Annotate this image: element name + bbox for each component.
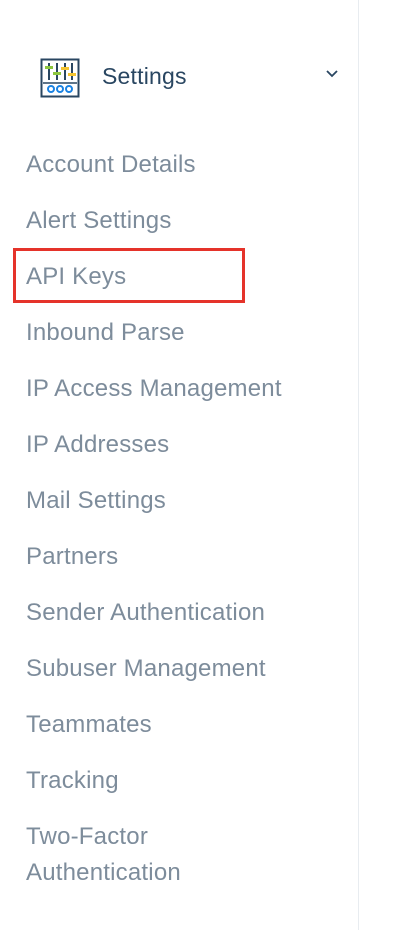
menu-item-teammates[interactable]: Teammates	[26, 707, 152, 743]
settings-sidebar: Settings Account Details Alert Settings …	[0, 0, 359, 930]
menu-item-ip-access-management[interactable]: IP Access Management	[26, 371, 282, 407]
menu-item-account-details[interactable]: Account Details	[26, 147, 196, 183]
menu-item-mail-settings[interactable]: Mail Settings	[26, 483, 166, 519]
menu-item-subuser-management[interactable]: Subuser Management	[26, 651, 266, 687]
menu-item-partners[interactable]: Partners	[26, 539, 118, 575]
menu-item-inbound-parse[interactable]: Inbound Parse	[26, 315, 185, 351]
menu-item-tracking[interactable]: Tracking	[26, 763, 119, 799]
settings-sliders-icon	[40, 58, 80, 98]
menu-item-alert-settings[interactable]: Alert Settings	[26, 203, 172, 239]
menu-item-ip-addresses[interactable]: IP Addresses	[26, 427, 169, 463]
highlight-box	[13, 248, 245, 303]
settings-section-header[interactable]: Settings	[0, 46, 358, 106]
menu-item-two-factor-authentication[interactable]: Two-Factor Authentication	[26, 819, 246, 891]
chevron-down-icon[interactable]	[322, 64, 342, 84]
content-pane	[359, 0, 400, 930]
menu-item-sender-authentication[interactable]: Sender Authentication	[26, 595, 265, 631]
settings-section-title: Settings	[102, 63, 187, 89]
